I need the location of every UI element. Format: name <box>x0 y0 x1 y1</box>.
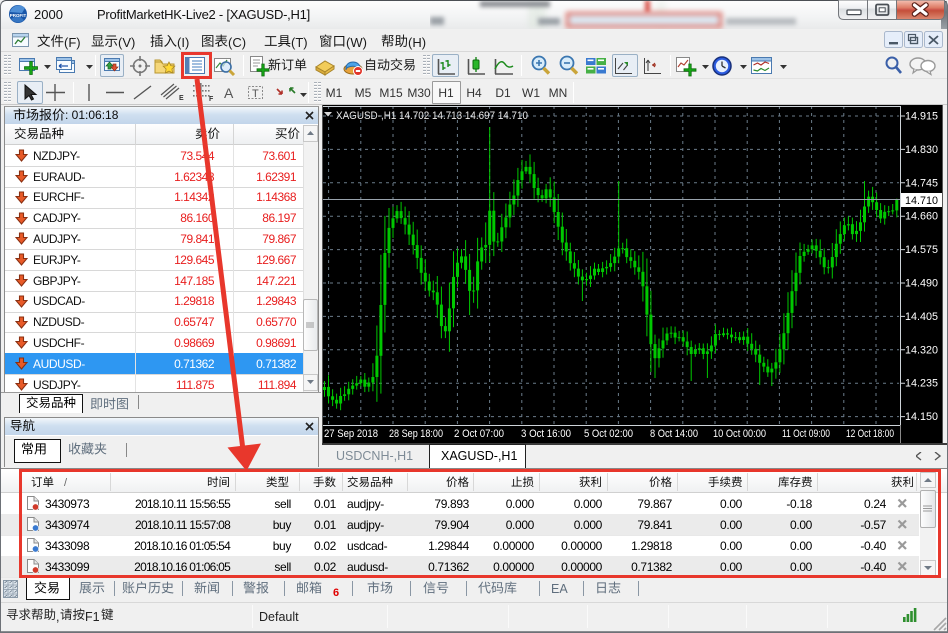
svg-text:14.490: 14.490 <box>905 278 938 290</box>
svg-text:14.710: 14.710 <box>905 195 938 207</box>
svg-text:11 Oct 09:00: 11 Oct 09:00 <box>782 428 830 440</box>
svg-text:14.405: 14.405 <box>905 311 938 323</box>
svg-text:14.320: 14.320 <box>905 344 938 356</box>
svg-text:14.575: 14.575 <box>905 244 938 256</box>
svg-text:5 Oct 02:00: 5 Oct 02:00 <box>584 428 633 440</box>
svg-text:14.830: 14.830 <box>905 144 938 156</box>
svg-text:2 Oct 07:00: 2 Oct 07:00 <box>454 428 504 440</box>
svg-text:14.915: 14.915 <box>905 111 938 123</box>
svg-text:XAGUSD-,H1 14.702 14.713 14.69: XAGUSD-,H1 14.702 14.713 14.697 14.710 <box>336 110 528 122</box>
svg-text:14.745: 14.745 <box>905 177 938 189</box>
svg-text:10 Oct 00:00: 10 Oct 00:00 <box>713 428 766 440</box>
svg-text:14.660: 14.660 <box>905 211 938 223</box>
svg-text:14.235: 14.235 <box>905 378 938 390</box>
svg-text:8 Oct 14:00: 8 Oct 14:00 <box>650 428 698 440</box>
svg-text:28 Sep 18:00: 28 Sep 18:00 <box>389 428 443 440</box>
svg-text:27 Sep 2018: 27 Sep 2018 <box>324 428 378 440</box>
svg-text:14.150: 14.150 <box>905 411 938 423</box>
svg-text:12 Oct 18:00: 12 Oct 18:00 <box>846 428 894 440</box>
svg-text:3 Oct 16:00: 3 Oct 16:00 <box>521 428 571 440</box>
